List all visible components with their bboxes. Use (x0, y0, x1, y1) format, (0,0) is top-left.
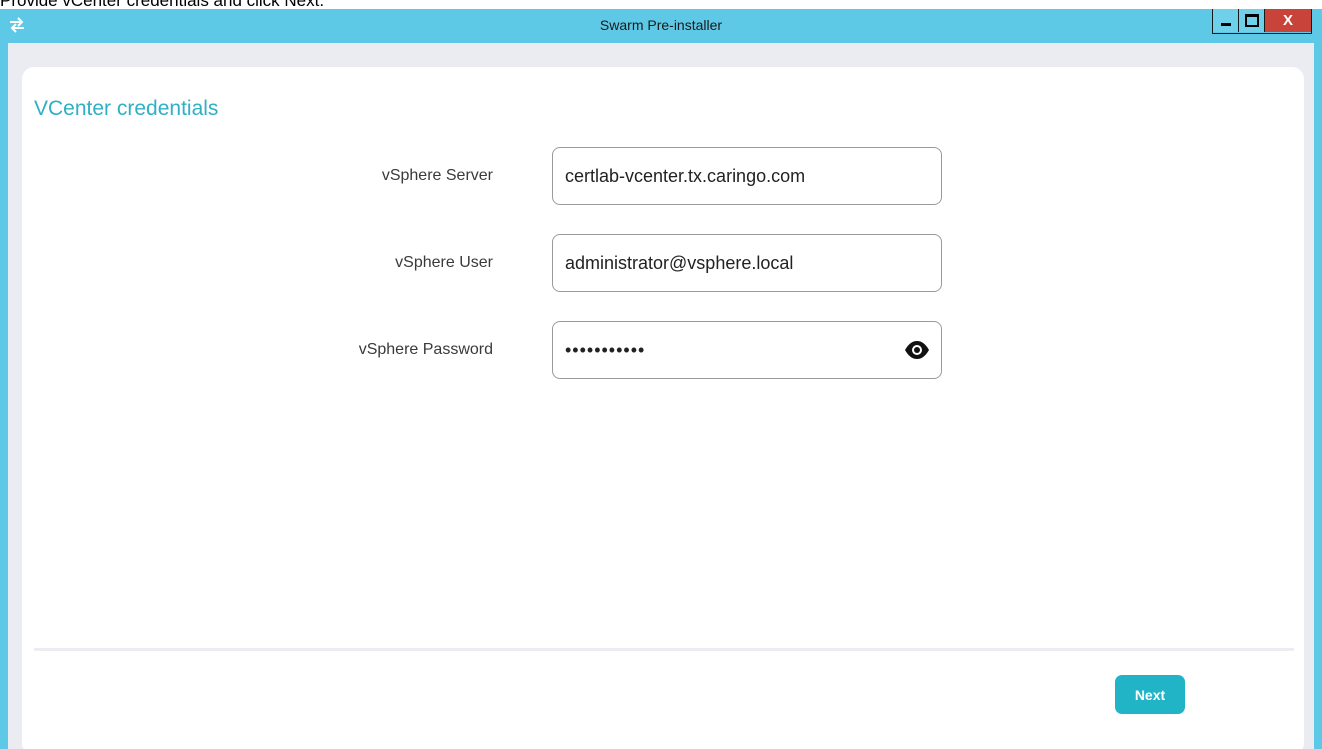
page: Provide vCenter credentials and click Ne… (0, 0, 1322, 749)
user-label: vSphere User (395, 254, 493, 271)
window-title: Swarm Pre-installer (599, 17, 723, 33)
title-bar[interactable]: Swarm Pre-installer X (0, 9, 1322, 41)
footer-divider (34, 648, 1294, 651)
eye-icon[interactable] (904, 340, 930, 360)
page-title: VCenter credentials (34, 97, 219, 120)
password-input[interactable] (552, 321, 942, 379)
window-controls: X (1212, 9, 1312, 34)
password-label: vSphere Password (358, 341, 493, 358)
maximize-icon (1244, 14, 1259, 27)
minimize-icon (1220, 23, 1231, 26)
user-input[interactable] (552, 234, 942, 292)
server-row: vSphere Server (22, 147, 1304, 205)
user-row: vSphere User (22, 234, 1304, 292)
maximize-button[interactable] (1239, 9, 1265, 32)
password-row: vSphere Password (22, 321, 1304, 379)
close-button[interactable]: X (1265, 9, 1311, 32)
minimize-button[interactable] (1213, 9, 1239, 32)
app-window: Swarm Pre-installer X VCenter credential… (0, 9, 1322, 749)
credentials-card: VCenter credentials vSphere Server vSphe… (22, 67, 1304, 749)
server-input[interactable] (552, 147, 942, 205)
client-area: VCenter credentials vSphere Server vSphe… (8, 43, 1314, 749)
next-button[interactable]: Next (1115, 675, 1185, 714)
server-label: vSphere Server (381, 167, 493, 184)
